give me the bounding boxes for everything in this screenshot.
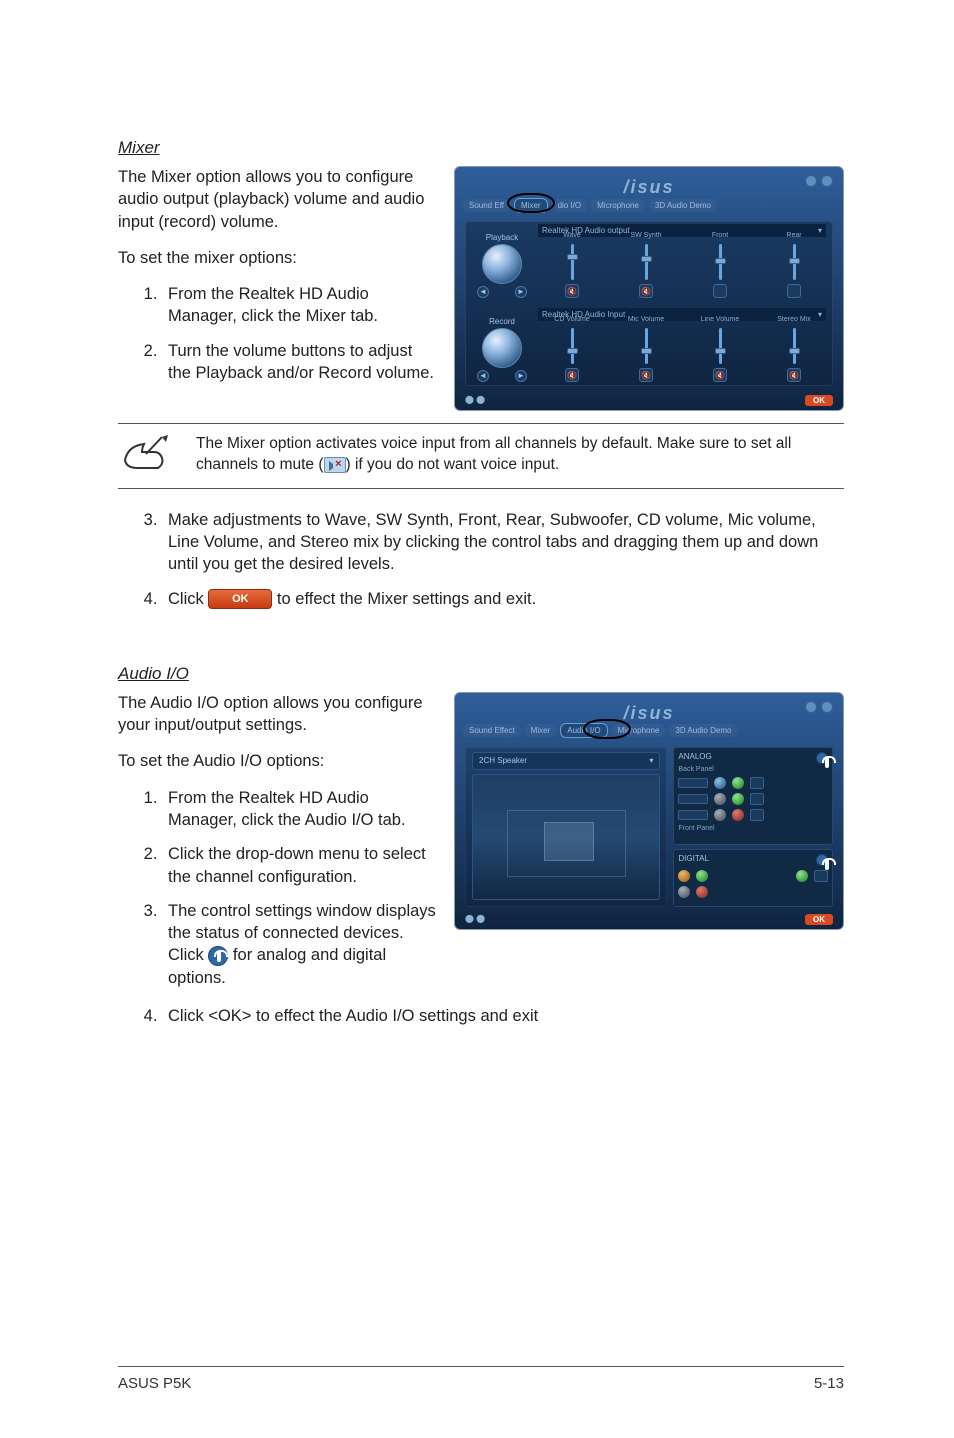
audioio-toset: To set the Audio I/O options: <box>118 750 436 772</box>
audioio-step-3: The control settings window displays the… <box>162 900 436 989</box>
record-volume-knob[interactable] <box>482 328 522 368</box>
tab-sound-effect[interactable]: Sound Effect <box>463 724 521 737</box>
mute-icon[interactable]: 🔇 <box>565 284 579 298</box>
mixer-heading: Mixer <box>118 138 844 158</box>
playback-label: Playback <box>472 233 532 242</box>
mixer-step-3: Make adjustments to Wave, SW Synth, Fron… <box>162 509 844 576</box>
tab-mixer[interactable]: Mixer <box>514 198 548 213</box>
mute-icon[interactable]: 🔇 <box>639 368 653 382</box>
mute-icon[interactable] <box>787 284 801 298</box>
mixer-step-1: From the Realtek HD Audio Manager, click… <box>162 283 436 328</box>
mute-icon[interactable] <box>713 284 727 298</box>
tab-3d-audio-demo[interactable]: 3D Audio Demo <box>649 199 717 212</box>
prev-icon[interactable]: ◄ <box>477 370 489 382</box>
record-label: Record <box>472 317 532 326</box>
ok-inline-icon: OK <box>208 589 272 609</box>
tab-microphone[interactable]: Microphone <box>612 724 666 737</box>
playback-volume-knob[interactable] <box>482 244 522 284</box>
footer-left: ASUS P5K <box>118 1375 191 1392</box>
mute-icon[interactable]: 🔇 <box>639 284 653 298</box>
tool-inline-icon <box>208 946 228 966</box>
prev-icon[interactable]: ◄ <box>477 286 489 298</box>
audioio-tabs: Sound Effect Mixer Audio I/O Microphone … <box>463 723 835 739</box>
mixer-tabs: Sound Eff Mixer dio I/O Microphone 3D Au… <box>463 197 835 213</box>
tool-icon <box>678 886 690 898</box>
mixer-toset: To set the mixer options: <box>118 247 436 269</box>
tool-icon[interactable] <box>816 854 828 866</box>
mute-icon[interactable]: 🔇 <box>565 368 579 382</box>
tab-mixer[interactable]: Mixer <box>525 724 557 737</box>
mute-icon[interactable]: 🔇 <box>787 368 801 382</box>
audioio-step-4: Click <OK> to effect the Audio I/O setti… <box>162 1005 844 1027</box>
audioio-step-1: From the Realtek HD Audio Manager, click… <box>162 787 436 832</box>
mixer-intro: The Mixer option allows you to configure… <box>118 166 436 233</box>
mixer-screenshot: /isus Sound Eff Mixer dio I/O Microphone… <box>454 166 844 411</box>
tab-audio-io[interactable]: Audio I/O <box>560 723 607 738</box>
tab-sound-effect[interactable]: Sound Eff <box>463 199 510 212</box>
tab-3d-audio-demo[interactable]: 3D Audio Demo <box>669 724 737 737</box>
mixer-step-2: Turn the volume buttons to adjust the Pl… <box>162 340 436 385</box>
audioio-screenshot: /isus Sound Effect Mixer Audio I/O Micro… <box>454 692 844 930</box>
mixer-step-4: Click OK to effect the Mixer settings an… <box>162 588 844 610</box>
tab-microphone[interactable]: Microphone <box>591 199 645 212</box>
audioio-step-2: Click the drop-down menu to select the c… <box>162 843 436 888</box>
tool-icon[interactable] <box>816 752 828 764</box>
ok-button[interactable]: OK <box>805 914 833 925</box>
window-controls <box>805 701 833 713</box>
ok-button[interactable]: OK <box>805 395 833 406</box>
note-icon <box>122 434 168 474</box>
audioio-intro: The Audio I/O option allows you configur… <box>118 692 436 737</box>
mute-icon[interactable]: 🔇 <box>713 368 727 382</box>
mute-inline-icon <box>324 457 346 473</box>
speaker-illustration <box>472 774 660 900</box>
next-icon[interactable]: ► <box>515 370 527 382</box>
note-box: The Mixer option activates voice input f… <box>118 423 844 489</box>
window-controls <box>805 175 833 187</box>
footer-right: 5-13 <box>814 1375 844 1392</box>
headphone-icon <box>678 870 690 882</box>
channel-config-dropdown[interactable]: 2CH Speaker▾ <box>472 752 660 770</box>
page-footer: ASUS P5K 5-13 <box>118 1366 844 1392</box>
audioio-heading: Audio I/O <box>118 664 844 684</box>
brand-logo: /isus <box>623 177 674 198</box>
next-icon[interactable]: ► <box>515 286 527 298</box>
tab-audio-io[interactable]: dio I/O <box>552 199 588 212</box>
brand-logo: /isus <box>623 703 674 724</box>
note-text: The Mixer option activates voice input f… <box>196 434 844 476</box>
